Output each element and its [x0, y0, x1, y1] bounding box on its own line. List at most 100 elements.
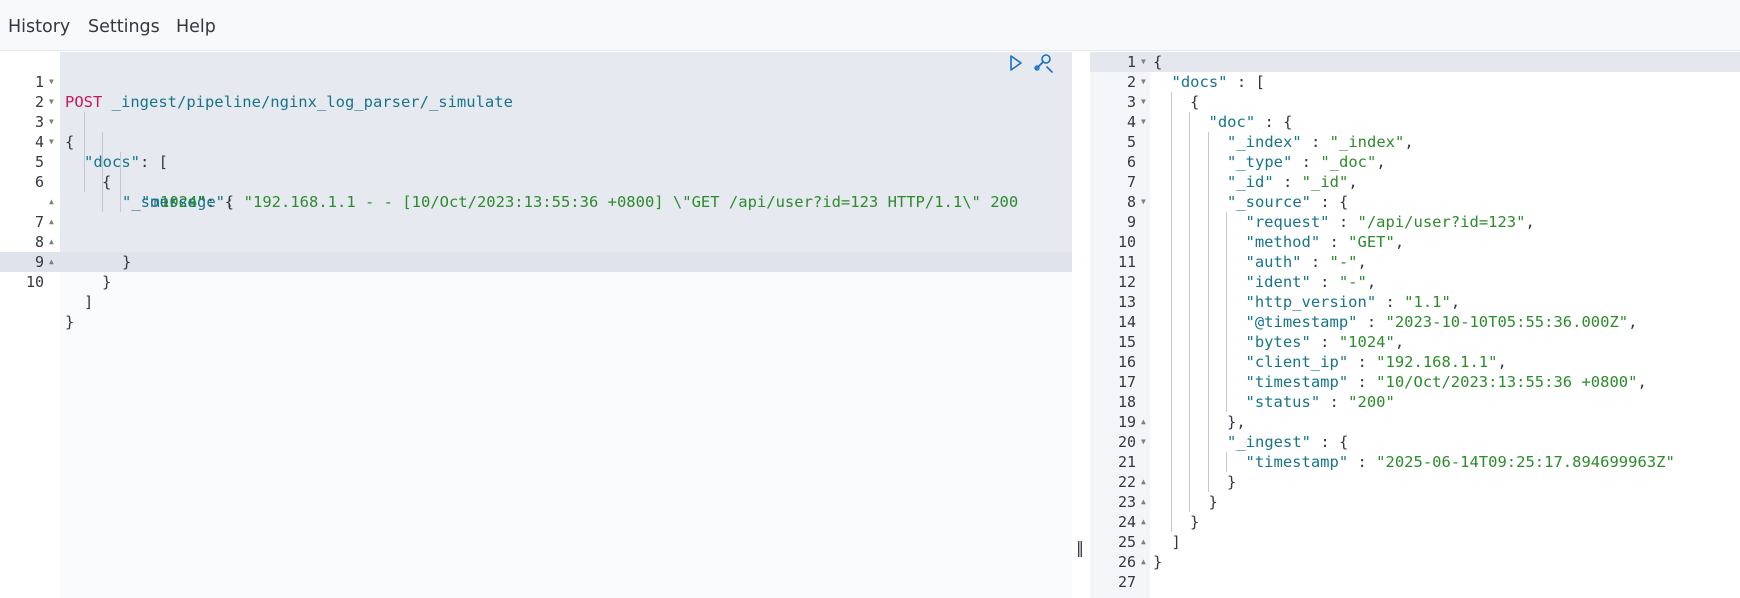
- json-punc: : {: [1255, 113, 1293, 131]
- json-punc: ,: [1525, 213, 1535, 231]
- json-key: "status": [1245, 393, 1321, 411]
- json-punc: ,: [1404, 133, 1414, 151]
- json-string: "2025-06-14T09:25:17.894699963Z": [1376, 453, 1675, 471]
- resize-handle-icon[interactable]: ‖: [1076, 538, 1084, 557]
- fold-close-icon[interactable]: ▲: [1141, 552, 1146, 572]
- json-string: "1.1": [1404, 293, 1451, 311]
- json-key: "http_version": [1245, 293, 1377, 311]
- json-key: "ident": [1245, 273, 1311, 291]
- json-string: "10/Oct/2023:13:55:36 +0800": [1376, 373, 1638, 391]
- json-punc: :: [1310, 333, 1339, 351]
- fold-close-icon[interactable]: ▲: [49, 212, 54, 232]
- json-punc: :: [1292, 153, 1321, 171]
- json-key: "_source": [1227, 193, 1311, 211]
- fold-close-icon[interactable]: ▲: [49, 192, 54, 212]
- json-string: "/api/user?id=123": [1357, 213, 1526, 231]
- line-number: 27: [1117, 573, 1136, 591]
- line-number: 4: [1126, 113, 1136, 131]
- json-punc: }: [1190, 513, 1200, 531]
- fold-close-icon[interactable]: ▲: [49, 232, 54, 252]
- line-number: 3: [1126, 93, 1136, 111]
- json-punc: {: [1153, 53, 1163, 71]
- json-punc: :: [1357, 313, 1386, 331]
- fold-open-icon[interactable]: ▼: [49, 112, 54, 132]
- fold-close-icon[interactable]: ▲: [49, 252, 54, 272]
- code-text: ]: [84, 293, 94, 311]
- json-key: "_id": [1227, 173, 1274, 191]
- line-number: 23: [1117, 493, 1136, 511]
- json-punc: ,: [1450, 293, 1461, 311]
- response-line-3: 3 ▼ {: [1090, 92, 1740, 112]
- response-line-9: 9 "request" : "/api/user?id=123",: [1090, 212, 1740, 232]
- json-punc: ,: [1497, 353, 1507, 371]
- request-line-4: 4 ▼ {: [0, 112, 1072, 191]
- json-string: "_doc": [1320, 153, 1377, 171]
- code-text: "_index" : "_index",: [1227, 132, 1414, 152]
- fold-open-icon[interactable]: ▼: [1141, 192, 1146, 212]
- response-line-1: 1 ▼ {: [1090, 52, 1740, 72]
- response-line-24: 24 ▲}: [1090, 512, 1740, 532]
- code-text: "_id" : "_id",: [1227, 172, 1358, 192]
- pane-divider[interactable]: ‖: [1072, 52, 1088, 598]
- request-editor[interactable]: 1 POST _ingest/pipeline/nginx_log_parser…: [0, 52, 1072, 598]
- json-string: "-": [1329, 253, 1358, 271]
- fold-open-icon[interactable]: ▼: [49, 72, 54, 92]
- fold-open-icon[interactable]: ▼: [1141, 72, 1146, 92]
- fold-close-icon[interactable]: ▲: [1141, 472, 1146, 492]
- code-text: "status" : "200": [1246, 392, 1395, 412]
- response-viewer[interactable]: 1 ▼ {2 ▼ "docs" : [3 ▼ {4 ▼ "doc" : {5 "_index" :…: [1090, 52, 1740, 598]
- json-punc: }: [1227, 473, 1237, 491]
- fold-open-icon[interactable]: ▼: [49, 92, 54, 112]
- line-number: 7: [1126, 173, 1136, 191]
- fold-close-icon[interactable]: ▲: [1141, 512, 1146, 532]
- json-key: "doc": [1208, 113, 1256, 131]
- play-icon[interactable]: [1008, 54, 1024, 72]
- fold-open-icon[interactable]: ▼: [49, 132, 54, 152]
- code-text: ]: [1172, 532, 1181, 552]
- response-line-27: 27: [1090, 572, 1740, 592]
- json-punc: :: [1301, 253, 1330, 271]
- line-number: 21: [1117, 453, 1136, 471]
- request-line-3: 3 ▼ "docs": [: [0, 92, 1072, 171]
- json-key: "_type": [1227, 153, 1293, 171]
- line-number: 25: [1117, 533, 1136, 551]
- json-punc: ,: [1637, 373, 1647, 391]
- request-line-7: 7 ▲ }: [0, 192, 1072, 271]
- response-line-8: 8 ▼ "_source" : {: [1090, 192, 1740, 212]
- menu-history[interactable]: History: [8, 17, 70, 37]
- code-text: "http_version" : "1.1",: [1246, 292, 1461, 312]
- fold-open-icon[interactable]: ▼: [1141, 52, 1146, 72]
- json-string: "-": [1338, 273, 1367, 291]
- json-punc: ,: [1357, 253, 1367, 271]
- json-punc: ,: [1348, 173, 1358, 191]
- json-string: "1024": [1338, 333, 1395, 351]
- fold-close-icon[interactable]: ▲: [1141, 492, 1146, 512]
- json-punc: }: [1208, 493, 1218, 511]
- response-line-14: 14 "@timestamp" : "2023-10-10T05:55:36.00…: [1090, 312, 1740, 332]
- menu-help[interactable]: Help: [176, 17, 216, 37]
- menu-settings[interactable]: Settings: [88, 17, 160, 37]
- code-text: {: [1190, 92, 1199, 112]
- fold-open-icon[interactable]: ▼: [1141, 92, 1146, 112]
- code-text: "request" : "/api/user?id=123",: [1246, 212, 1535, 232]
- line-number: 13: [1117, 293, 1136, 311]
- response-line-7: 7 "_id" : "_id",: [1090, 172, 1740, 192]
- fold-open-icon[interactable]: ▼: [1141, 112, 1146, 132]
- code-text: }: [1153, 552, 1162, 572]
- fold-open-icon[interactable]: ▼: [1141, 432, 1146, 452]
- line-number: 19: [1117, 413, 1136, 431]
- request-line-10: 10 ▲ }: [0, 252, 1072, 331]
- response-line-17: 17 "timestamp" : "10/Oct/2023:13:55:36 +0…: [1090, 372, 1740, 392]
- wrench-icon[interactable]: [1032, 53, 1054, 73]
- json-string: "_index": [1329, 133, 1405, 151]
- line-number: 10: [25, 273, 44, 291]
- response-line-22: 22 ▲}: [1090, 472, 1740, 492]
- request-line-6: 6 "message": "192.168.1.1 - - [10/Oct/20…: [0, 152, 1072, 211]
- fold-close-icon[interactable]: ▲: [1141, 412, 1146, 432]
- line-number: 1: [1126, 53, 1136, 71]
- json-punc: :: [1273, 173, 1302, 191]
- code-text: }: [1190, 512, 1199, 532]
- code-text: "@timestamp" : "2023-10-10T05:55:36.000Z…: [1246, 312, 1638, 332]
- fold-close-icon[interactable]: ▲: [1141, 532, 1146, 552]
- json-key: "auth": [1245, 253, 1302, 271]
